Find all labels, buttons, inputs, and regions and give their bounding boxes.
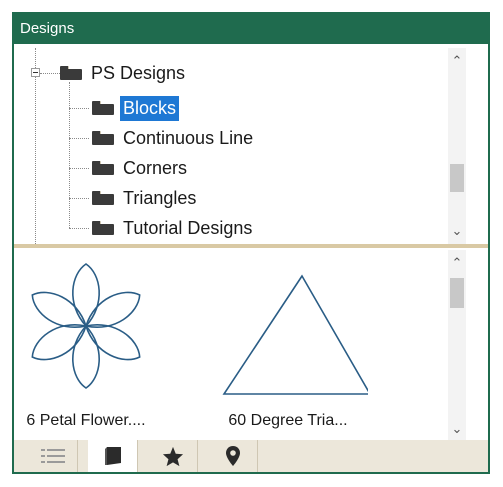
design-item-flower[interactable]: 6 Petal Flower.... (24, 250, 184, 442)
tree-node-ps-designs[interactable]: PS Designs (60, 59, 188, 87)
tab-list-view[interactable] (28, 440, 78, 472)
design-preview-area: 6 Petal Flower.... 60 Degree Tria... ⌃ ⌄ (18, 250, 470, 442)
tree-node-corners[interactable]: Corners (92, 154, 190, 182)
folder-icon (92, 191, 114, 205)
design-caption: 6 Petal Flower.... (26, 412, 146, 429)
scrollbar-thumb[interactable] (450, 278, 464, 308)
six-petal-flower-icon (31, 263, 141, 389)
tree-node-label: Tutorial Designs (123, 217, 253, 238)
scroll-down-icon[interactable]: ⌄ (448, 222, 466, 240)
scroll-up-icon[interactable]: ⌃ (448, 52, 466, 70)
triangle-design-icon (222, 274, 368, 395)
design-caption: 60 Degree Tria... (228, 412, 348, 429)
design-folder-tree[interactable]: PS Designs Blocks Continuous Line Corner… (18, 48, 470, 244)
tree-node-label: Corners (123, 157, 188, 178)
scrollbar-thumb[interactable] (450, 164, 464, 192)
tab-favorites[interactable] (148, 440, 198, 472)
designs-panel: Designs PS Designs Blocks Continuous Lin… (12, 12, 490, 474)
location-pin-icon (225, 446, 240, 466)
book-icon (104, 447, 121, 465)
folder-icon (60, 66, 82, 80)
folder-icon (92, 131, 114, 145)
collapse-toggle-icon[interactable] (31, 68, 40, 77)
tree-node-continuous-line[interactable]: Continuous Line (92, 124, 256, 152)
bottom-tab-bar (14, 440, 488, 472)
tree-node-triangles[interactable]: Triangles (92, 184, 199, 212)
folder-icon (92, 221, 114, 235)
tree-node-label: Continuous Line (123, 127, 254, 148)
folder-icon (92, 161, 114, 175)
pane-splitter[interactable] (14, 244, 488, 248)
tab-designs[interactable] (88, 440, 138, 472)
tree-node-label: Triangles (123, 187, 197, 208)
panel-title: Designs (14, 14, 488, 44)
tree-node-tutorial-designs[interactable]: Tutorial Designs (92, 214, 255, 242)
scroll-up-icon[interactable]: ⌃ (448, 254, 466, 272)
scroll-down-icon[interactable]: ⌄ (448, 420, 466, 438)
tree-node-label: Blocks (120, 95, 180, 121)
tree-node-blocks[interactable]: Blocks (92, 94, 180, 122)
list-icon (40, 449, 65, 463)
star-icon (162, 446, 183, 466)
tree-scrollbar[interactable]: ⌃ ⌄ (448, 48, 466, 244)
design-item-triangle[interactable]: 60 Degree Tria... (208, 250, 368, 442)
folder-icon (92, 101, 114, 115)
tree-node-label: PS Designs (91, 62, 186, 83)
tab-locations[interactable] (208, 440, 258, 472)
preview-scrollbar[interactable]: ⌃ ⌄ (448, 250, 466, 442)
